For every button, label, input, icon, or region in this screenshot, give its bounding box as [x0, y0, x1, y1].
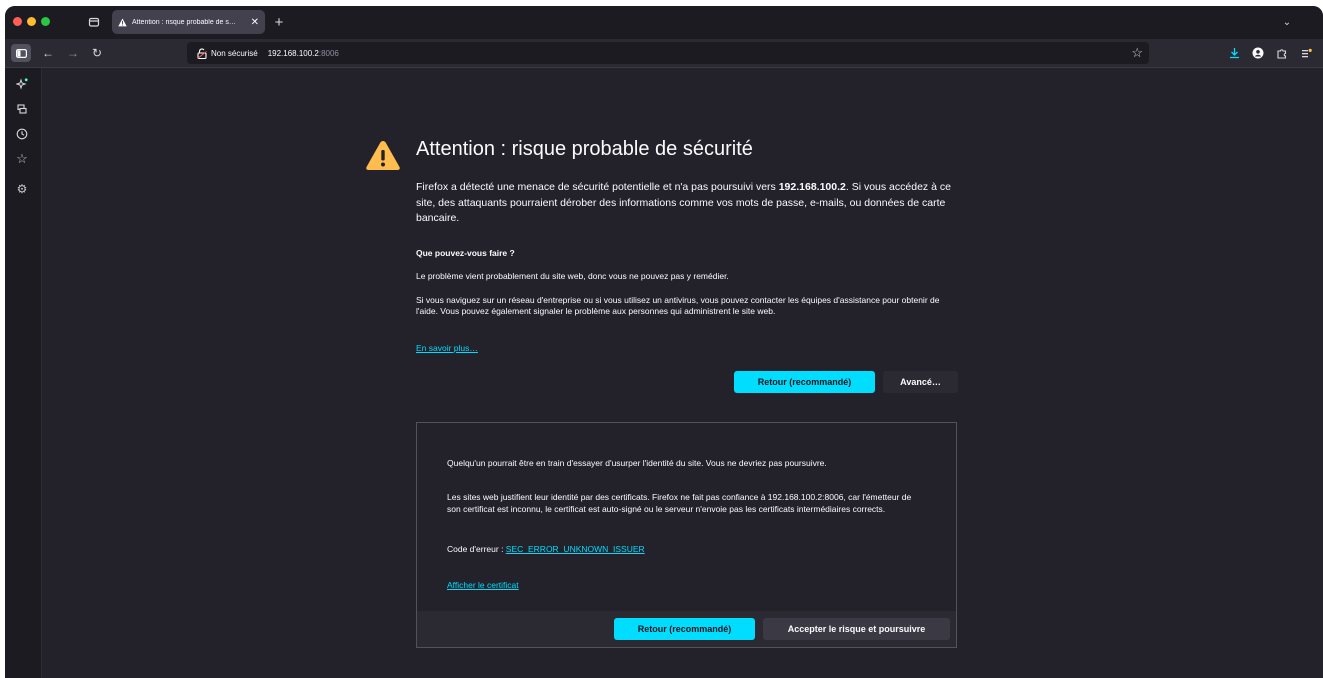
chevron-down-icon[interactable]: ⌄ — [1278, 13, 1296, 31]
browser-window: Attention : risque probable de s… ✕ + ⌄ … — [5, 6, 1323, 678]
advanced-paragraph-2: Les sites web justifient leur identité p… — [447, 492, 912, 514]
sidebar-toggle-button[interactable] — [11, 44, 31, 62]
advanced-panel-footer: Retour (recommandé) Accepter le risque e… — [417, 611, 956, 647]
go-back-button[interactable]: Retour (recommandé) — [734, 371, 875, 393]
menu-icon[interactable] — [1299, 45, 1313, 61]
explanation-paragraph-1: Le problème vient probablement du site w… — [416, 271, 729, 281]
what-can-you-do-heading: Que pouvez-vous faire ? — [416, 248, 515, 258]
broken-lock-icon — [197, 47, 207, 59]
close-window-button[interactable] — [13, 17, 22, 26]
error-code-link[interactable]: SEC_ERROR_UNKNOWN_ISSUER — [506, 544, 645, 554]
page-title: Attention : risque probable de sécurité — [416, 138, 753, 160]
zoom-window-button[interactable] — [41, 17, 50, 26]
intro-host: 192.168.100.2 — [778, 181, 846, 193]
advanced-button[interactable]: Avancé… — [883, 371, 958, 393]
learn-more-link[interactable]: En savoir plus… — [416, 343, 478, 353]
sidebar-icon — [15, 48, 27, 58]
explanation-paragraph-2: Si vous naviguez sur un réseau d'entrepr… — [416, 295, 940, 316]
forward-arrow-icon[interactable]: → — [65, 45, 81, 61]
toolbar-right-icons — [1227, 45, 1313, 61]
url-host: 192.168.100.2:8006 — [267, 48, 339, 58]
settings-gear-icon[interactable]: ⚙ — [13, 180, 31, 198]
advanced-go-back-button[interactable]: Retour (recommandé) — [614, 618, 755, 640]
tab-active[interactable]: Attention : risque probable de s… ✕ — [112, 10, 265, 34]
history-clock-icon[interactable] — [13, 125, 31, 143]
error-page: Attention : risque probable de sécurité … — [42, 68, 1323, 678]
tab-strip: Attention : risque probable de s… ✕ + ⌄ — [5, 6, 1323, 39]
minimize-window-button[interactable] — [27, 17, 36, 26]
bookmark-star-icon[interactable]: ☆ — [1131, 45, 1143, 61]
warning-triangle-icon — [366, 141, 400, 170]
reload-icon[interactable]: ↻ — [89, 45, 105, 61]
navigation-toolbar: ← → ↻ Non sécurisé 192.168.100.2:8006 ☆ — [5, 39, 1323, 68]
url-bar[interactable]: Non sécurisé 192.168.100.2:8006 ☆ — [187, 42, 1149, 64]
tab-title: Attention : risque probable de s… — [132, 18, 236, 26]
download-icon[interactable] — [1227, 45, 1241, 61]
tab-overview-icon[interactable] — [85, 13, 103, 31]
security-indicator[interactable]: Non sécurisé — [197, 47, 258, 59]
account-icon[interactable] — [1251, 45, 1265, 61]
not-secure-label: Non sécurisé — [211, 48, 258, 58]
bookmarks-star-icon[interactable]: ☆ — [13, 150, 31, 168]
error-code-line: Code d'erreur : SEC_ERROR_UNKNOWN_ISSUER — [447, 544, 645, 554]
warning-favicon-icon — [118, 17, 127, 26]
new-tab-plus-icon[interactable]: + — [270, 13, 288, 31]
accept-risk-button[interactable]: Accepter le risque et poursuivre — [763, 618, 950, 640]
url-port: :8006 — [318, 48, 339, 58]
advanced-paragraph-1: Quelqu'un pourrait être en train d'essay… — [447, 458, 827, 468]
synced-tabs-icon[interactable] — [13, 100, 31, 118]
advanced-panel: Quelqu'un pourrait être en train d'essay… — [416, 422, 957, 648]
puzzle-extensions-icon[interactable] — [1275, 45, 1289, 61]
sidebar-column: ☆ ⚙ — [5, 68, 42, 678]
ai-sparkle-icon[interactable] — [13, 75, 31, 93]
tab-close-icon[interactable]: ✕ — [251, 17, 259, 28]
intro-text: Firefox a détecté une menace de sécurité… — [416, 181, 951, 224]
view-certificate-link[interactable]: Afficher le certificat — [447, 580, 519, 590]
back-arrow-icon[interactable]: ← — [40, 45, 56, 61]
